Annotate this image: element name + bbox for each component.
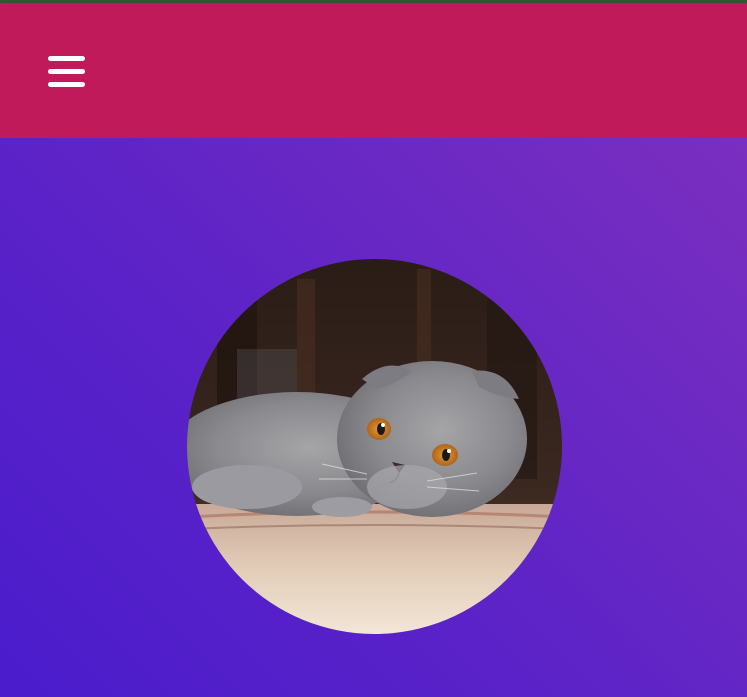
app-header — [0, 3, 747, 138]
hero-section — [0, 138, 747, 697]
hamburger-menu-icon — [48, 56, 85, 87]
profile-avatar[interactable] — [187, 259, 562, 634]
menu-button[interactable] — [44, 51, 88, 91]
cat-photo — [187, 259, 562, 634]
